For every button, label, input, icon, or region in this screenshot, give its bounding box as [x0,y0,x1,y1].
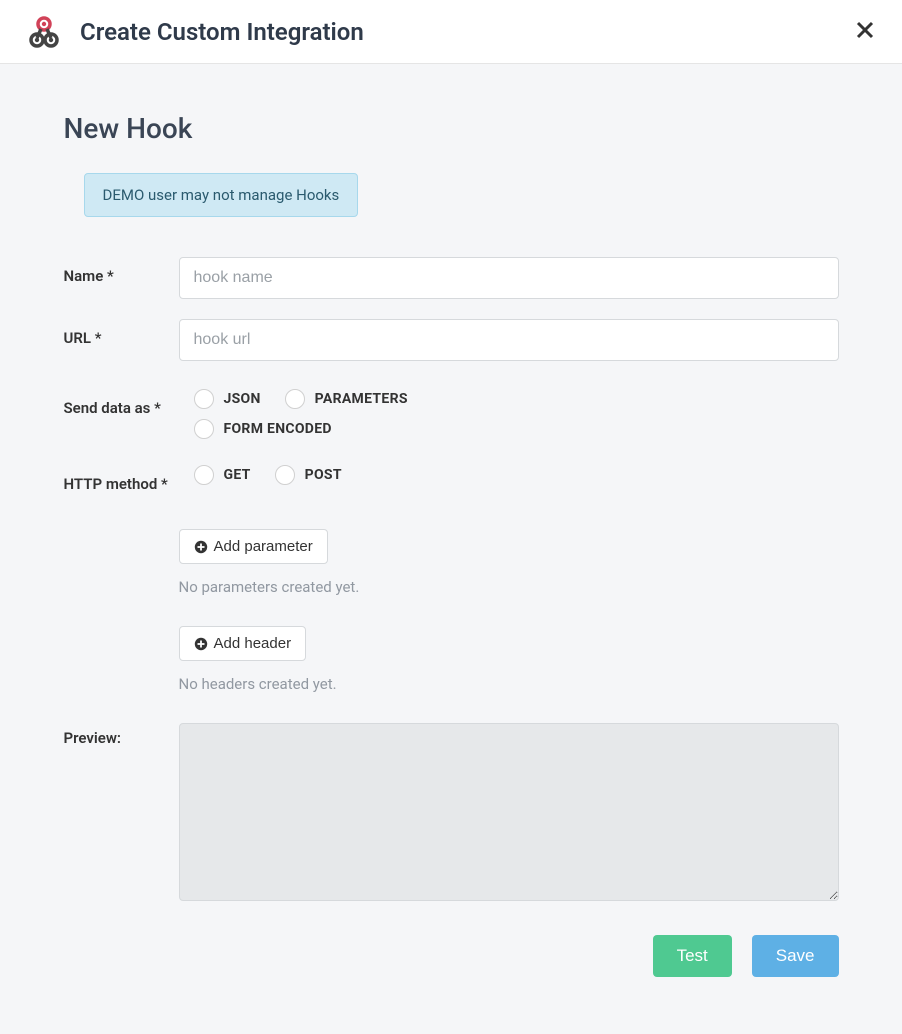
save-button[interactable]: Save [752,935,839,977]
close-button[interactable] [852,16,878,48]
plus-circle-icon [194,637,208,651]
radio-circle-icon [285,389,305,409]
radio-circle-icon [194,389,214,409]
radio-get-label: GET [224,467,251,483]
headers-empty-text: No headers created yet. [179,675,839,693]
radio-get[interactable]: GET [194,465,251,485]
data-format-label: Send data as * [64,389,179,417]
parameters-empty-text: No parameters created yet. [179,578,839,596]
page-title: New Hook [64,112,839,145]
add-header-label: Add header [214,635,292,652]
url-input[interactable] [179,319,839,361]
radio-form-encoded-label: FORM ENCODED [224,421,332,437]
preview-label: Preview: [64,723,179,747]
header-title: Create Custom Integration [80,18,364,46]
radio-circle-icon [194,465,214,485]
test-button[interactable]: Test [653,935,732,977]
add-parameter-button[interactable]: Add parameter [179,529,328,564]
add-parameter-label: Add parameter [214,538,313,555]
radio-post-label: POST [305,467,342,483]
add-header-button[interactable]: Add header [179,626,307,661]
radio-post[interactable]: POST [275,465,342,485]
radio-parameters-label: PARAMETERS [315,391,408,407]
url-label: URL * [64,319,179,347]
radio-json[interactable]: JSON [194,389,261,409]
name-label: Name * [64,257,179,285]
close-icon [856,18,874,45]
http-method-label: HTTP method * [64,465,179,493]
radio-circle-icon [275,465,295,485]
preview-textarea[interactable] [179,723,839,901]
radio-parameters[interactable]: PARAMETERS [285,389,408,409]
name-input[interactable] [179,257,839,299]
webhook-icon [24,12,64,52]
radio-circle-icon [194,419,214,439]
alert-info: DEMO user may not manage Hooks [84,173,359,217]
radio-json-label: JSON [224,391,261,407]
plus-circle-icon [194,540,208,554]
radio-form-encoded[interactable]: FORM ENCODED [194,419,332,439]
